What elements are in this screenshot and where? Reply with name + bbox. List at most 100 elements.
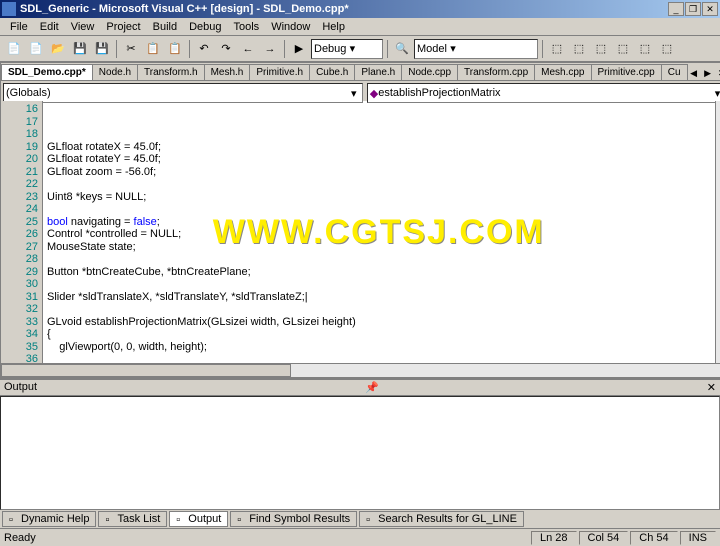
output-tab[interactable]: ▫Task List (98, 511, 167, 527)
file-tab[interactable]: Primitive.h (249, 64, 310, 80)
tab-nav-btn[interactable]: ◀ (687, 66, 701, 80)
status-ready: Ready (4, 532, 529, 544)
output-tab[interactable]: ▫Find Symbol Results (230, 511, 357, 527)
app-icon (2, 2, 16, 16)
menu-tools[interactable]: Tools (228, 20, 266, 34)
file-tab[interactable]: Transform.h (137, 64, 205, 80)
tool-c-button[interactable]: ⬚ (591, 39, 611, 59)
editor-vscroll[interactable] (715, 101, 720, 363)
menu-edit[interactable]: Edit (34, 20, 65, 34)
close-button[interactable]: ✕ (702, 2, 718, 16)
code-line[interactable] (47, 253, 711, 266)
save-all-button[interactable]: 💾 (92, 39, 112, 59)
code-line[interactable]: bool navigating = false; (47, 216, 711, 229)
menu-project[interactable]: Project (100, 20, 146, 34)
menu-help[interactable]: Help (316, 20, 351, 34)
scope-combo[interactable]: (Globals)▾ (3, 83, 363, 103)
tool-a-button[interactable]: ⬚ (547, 39, 567, 59)
menu-window[interactable]: Window (265, 20, 316, 34)
status-bar: Ready Ln 28 Col 54 Ch 54 INS (0, 528, 720, 546)
code-line[interactable]: MouseState state; (47, 241, 711, 254)
window-title: SDL_Generic - Microsoft Visual C++ [desi… (20, 3, 668, 15)
file-tab-strip: SDL_Demo.cpp*Node.hTransform.hMesh.hPrim… (1, 63, 720, 81)
file-tab[interactable]: Primitive.cpp (591, 64, 662, 80)
output-tab[interactable]: ▫Search Results for GL_LINE (359, 511, 524, 527)
code-line[interactable]: Uint8 *keys = NULL; (47, 191, 711, 204)
file-tab[interactable]: Plane.h (354, 64, 402, 80)
output-body[interactable] (0, 396, 720, 510)
output-pin-icon[interactable]: 📌 (365, 381, 379, 394)
file-tab[interactable]: Mesh.cpp (534, 64, 591, 80)
new-project-button[interactable]: 📄 (4, 39, 24, 59)
platform-combo[interactable]: Model▾ (414, 39, 538, 59)
line-gutter: 1617181920212223242526272829303132333435… (1, 101, 43, 363)
code-line[interactable]: GLfloat rotateY = 45.0f; (47, 153, 711, 166)
config-combo[interactable]: Debug▾ (311, 39, 383, 59)
tab-icon: ▫ (366, 514, 376, 524)
main-toolbar: 📄 📄 📂 💾 💾 ✂ 📋 📋 ↶ ↷ ← → ▶ Debug▾ 🔍 Model… (0, 36, 720, 62)
editor-hscroll[interactable] (1, 363, 720, 377)
tab-icon: ▫ (176, 514, 186, 524)
output-close-icon[interactable]: ✕ (707, 381, 716, 394)
output-tab[interactable]: ▫Dynamic Help (2, 511, 96, 527)
status-col: Col 54 (579, 531, 629, 545)
cut-button[interactable]: ✂ (121, 39, 141, 59)
paste-button[interactable]: 📋 (165, 39, 185, 59)
output-tab[interactable]: ▫Output (169, 511, 228, 527)
file-tab[interactable]: Cu (661, 64, 688, 80)
file-tab[interactable]: SDL_Demo.cpp* (1, 64, 93, 80)
code-text[interactable]: WWW.CGTSJ.COM GLfloat rotateX = 45.0f;GL… (43, 101, 715, 363)
code-line[interactable] (47, 278, 711, 291)
code-line[interactable]: glViewport(0, 0, width, height); (47, 341, 711, 354)
nav-back-button[interactable]: ← (238, 39, 258, 59)
add-item-button[interactable]: 📄 (26, 39, 46, 59)
output-tab-strip: ▫Dynamic Help▫Task List▫Output▫Find Symb… (0, 510, 720, 528)
code-line[interactable]: GLvoid establishProjectionMatrix(GLsizei… (47, 316, 711, 329)
file-tab[interactable]: Transform.cpp (457, 64, 535, 80)
file-tab[interactable]: Cube.h (309, 64, 355, 80)
file-tab[interactable]: Mesh.h (204, 64, 251, 80)
code-line[interactable]: GLfloat rotateX = 45.0f; (47, 141, 711, 154)
tool-d-button[interactable]: ⬚ (613, 39, 633, 59)
code-line[interactable]: Control *controlled = NULL; (47, 228, 711, 241)
menu-debug[interactable]: Debug (183, 20, 227, 34)
code-line[interactable] (47, 203, 711, 216)
tab-icon: ▫ (237, 514, 247, 524)
menu-build[interactable]: Build (147, 20, 183, 34)
tool-f-button[interactable]: ⬚ (657, 39, 677, 59)
tab-nav-btn[interactable]: ✕ (715, 66, 720, 80)
member-combo[interactable]: ◆establishProjectionMatrix▾ (367, 83, 720, 103)
open-button[interactable]: 📂 (48, 39, 68, 59)
start-button[interactable]: ▶ (289, 39, 309, 59)
file-tab[interactable]: Node.cpp (401, 64, 458, 80)
tool-e-button[interactable]: ⬚ (635, 39, 655, 59)
code-line[interactable]: Button *btnCreateCube, *btnCreatePlane; (47, 266, 711, 279)
code-line[interactable]: Slider *sldTranslateX, *sldTranslateY, *… (47, 291, 711, 304)
code-line[interactable] (47, 178, 711, 191)
editor-pane: SDL_Demo.cpp*Node.hTransform.hMesh.hPrim… (0, 62, 720, 378)
code-editor[interactable]: 1617181920212223242526272829303132333435… (1, 101, 720, 363)
window-titlebar: SDL_Generic - Microsoft Visual C++ [desi… (0, 0, 720, 18)
tab-nav-btn[interactable]: ▶ (701, 66, 715, 80)
minimize-button[interactable]: _ (668, 2, 684, 16)
code-line[interactable]: { (47, 328, 711, 341)
save-button[interactable]: 💾 (70, 39, 90, 59)
restore-button[interactable]: ❐ (685, 2, 701, 16)
undo-button[interactable]: ↶ (194, 39, 214, 59)
find-button[interactable]: 🔍 (392, 39, 412, 59)
file-tab[interactable]: Node.h (92, 64, 138, 80)
copy-button[interactable]: 📋 (143, 39, 163, 59)
menu-file[interactable]: File (4, 20, 34, 34)
tab-icon: ▫ (9, 514, 19, 524)
code-line[interactable]: GLfloat zoom = -56.0f; (47, 166, 711, 179)
tool-b-button[interactable]: ⬚ (569, 39, 589, 59)
status-line: Ln 28 (531, 531, 577, 545)
status-ins: INS (680, 531, 716, 545)
code-line[interactable] (47, 353, 711, 363)
status-ch: Ch 54 (630, 531, 677, 545)
code-line[interactable] (47, 303, 711, 316)
nav-fwd-button[interactable]: → (260, 39, 280, 59)
menu-bar: FileEditViewProjectBuildDebugToolsWindow… (0, 18, 720, 36)
redo-button[interactable]: ↷ (216, 39, 236, 59)
menu-view[interactable]: View (65, 20, 101, 34)
